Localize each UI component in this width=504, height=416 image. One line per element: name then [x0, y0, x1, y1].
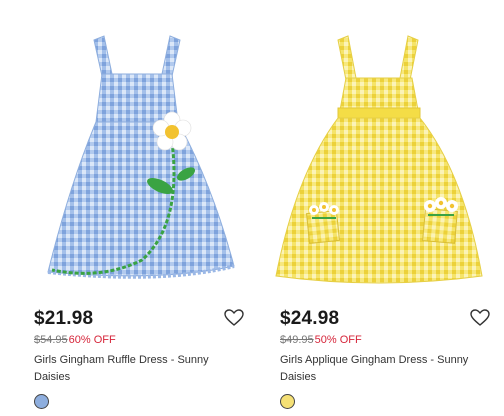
color-swatch[interactable] [34, 394, 49, 409]
yellow-gingham-dress-image [275, 35, 483, 284]
color-swatch[interactable] [280, 394, 295, 409]
price-details: $54.9560% OFF [34, 334, 116, 346]
product-price: $21.98 [34, 308, 94, 329]
heart-outline-icon[interactable] [224, 309, 244, 327]
product-name-link[interactable]: Girls Gingham Ruffle Dress - Sunny Daisi… [34, 352, 244, 386]
blue-gingham-dress-image [47, 35, 235, 279]
discount-badge: 60% OFF [68, 334, 116, 346]
product-price: $24.98 [280, 308, 340, 329]
original-price: $54.95 [34, 334, 68, 346]
heart-outline-icon[interactable] [470, 309, 490, 327]
product-card[interactable]: $24.98 $49.9550% OFF Girls Applique Ging… [268, 0, 496, 416]
product-image-yellow-dress[interactable] [268, 14, 496, 294]
product-card[interactable]: $21.98 $54.9560% OFF Girls Gingham Ruffl… [22, 0, 250, 416]
price-details: $49.9550% OFF [280, 334, 362, 346]
original-price: $49.95 [280, 334, 314, 346]
discount-badge: 50% OFF [314, 334, 362, 346]
product-image-blue-dress[interactable] [22, 14, 250, 294]
product-name-link[interactable]: Girls Applique Gingham Dress - Sunny Dai… [280, 352, 490, 386]
